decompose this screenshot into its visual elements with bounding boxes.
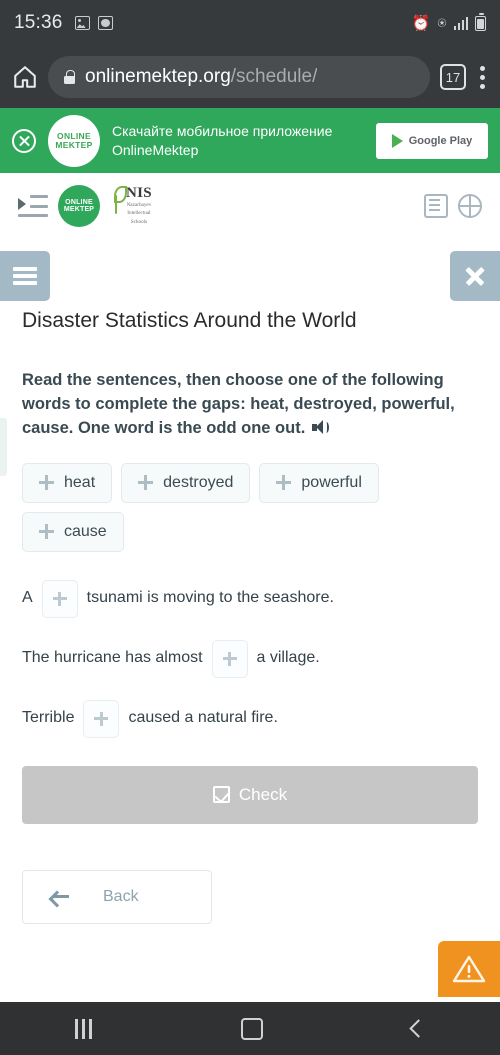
instructions-text: Read the sentences, then choose one of t…: [22, 371, 455, 437]
browser-toolbar: onlinemektep.org/schedule/ 17: [0, 46, 500, 108]
nis-logo-sub2: Intellectual: [127, 210, 151, 217]
move-icon: [39, 475, 54, 491]
url-text: onlinemektep.org/schedule/: [85, 66, 317, 88]
lesson-close-button[interactable]: [450, 251, 500, 301]
sentence-text-before: The hurricane has almost: [22, 649, 203, 667]
nis-logo-sub1: Nazarbayev: [126, 201, 152, 208]
alarm-icon: ⏰: [411, 14, 431, 32]
site-header: ONLINE MEKTEP NIS Nazarbayev Intellectua…: [0, 173, 500, 239]
sidebar-toggle-icon[interactable]: [18, 195, 48, 217]
status-right-icons: ⏰ ⍟: [411, 13, 486, 32]
sentence-row: The hurricane has almost a village.: [22, 639, 478, 678]
promo-text: Скачайте мобильное приложение OnlineMekt…: [112, 122, 364, 160]
drop-target[interactable]: [41, 579, 78, 618]
move-icon: [276, 475, 292, 491]
clock-icon: [97, 16, 113, 30]
promo-logo-line2: MEKTEP: [55, 139, 93, 150]
back-chevron-icon[interactable]: [409, 1019, 429, 1038]
url-path: /schedule/: [230, 66, 318, 87]
drop-target[interactable]: [211, 639, 248, 678]
onlinemektep-logo: ONLINE MEKTEP: [48, 114, 100, 167]
nis-logo-sub3: Schools: [130, 218, 148, 225]
task-instructions: Read the sentences, then choose one of t…: [22, 369, 478, 441]
drop-target-icon: [94, 711, 109, 726]
sentence-text-after: tsunami is moving to the seashore.: [86, 589, 334, 607]
url-bar[interactable]: onlinemektep.org/schedule/: [48, 56, 430, 98]
drop-target[interactable]: [83, 699, 120, 738]
google-play-label: Google Play: [408, 134, 473, 147]
home-square-icon[interactable]: [240, 1017, 263, 1040]
tab-count-button[interactable]: 17: [440, 64, 466, 90]
back-button[interactable]: Back: [22, 869, 212, 924]
promo-text-line1: Скачайте мобильное приложение: [112, 122, 333, 139]
promo-text-line2: OnlineMektep: [112, 141, 199, 158]
warning-triangle-icon: [452, 954, 486, 984]
signal-icon: [453, 16, 468, 30]
sentence-row: A tsunami is moving to the seashore.: [22, 579, 478, 618]
sentence-text-before: A: [22, 589, 33, 607]
lesson-menu-button[interactable]: [0, 251, 50, 301]
warning-button[interactable]: [438, 941, 500, 997]
word-chip-label: powerful: [301, 473, 362, 491]
hamburger-icon: [13, 267, 37, 285]
app-promo-banner: ONLINE MEKTEP Скачайте мобильное приложе…: [0, 108, 500, 173]
kebab-menu-icon[interactable]: [476, 65, 488, 89]
lock-icon: [64, 70, 75, 84]
checkbox-checked-icon: [212, 786, 230, 804]
lesson-content: Disaster Statistics Around the World Rea…: [0, 251, 500, 924]
status-time: 15:36: [14, 12, 63, 33]
lesson-control-row: [0, 251, 500, 305]
drop-target-icon: [222, 651, 237, 666]
brand-logo-line2: MEKTEP: [63, 206, 95, 213]
nis-logo-main: NIS: [126, 184, 152, 201]
word-chip-label: cause: [64, 522, 107, 540]
move-icon: [138, 475, 154, 491]
sentence-list: A tsunami is moving to the seashore. The…: [22, 579, 478, 738]
status-left-icons: [74, 16, 113, 30]
word-chip[interactable]: heat: [22, 462, 113, 503]
phone-screenshot: 15:36 ⏰ ⍟ onlinemektep.org/schedule/ 17 …: [0, 0, 500, 1055]
google-play-button[interactable]: Google Play: [376, 122, 488, 159]
page-title: Disaster Statistics Around the World: [22, 309, 357, 332]
check-button-label: Check: [238, 784, 288, 804]
site-brand-logo[interactable]: ONLINE MEKTEP: [58, 185, 100, 227]
arrow-left-icon: [51, 890, 69, 904]
drop-target-icon: [52, 591, 67, 606]
word-chip[interactable]: destroyed: [121, 462, 251, 503]
nis-logo: NIS Nazarbayev Intellectual Schools: [110, 184, 152, 227]
sentence-text-after: caused a natural fire.: [128, 709, 278, 727]
word-chip-label: heat: [64, 473, 96, 491]
word-chip-list: heat destroyed powerful cause: [22, 462, 478, 552]
sentence-text-before: Terrible: [22, 709, 75, 727]
android-nav-bar: [0, 1002, 500, 1055]
word-chip[interactable]: cause: [22, 511, 124, 552]
move-icon: [39, 524, 54, 540]
word-chip-label: destroyed: [163, 473, 234, 491]
back-button-label: Back: [103, 887, 139, 905]
list-icon[interactable]: [424, 194, 448, 218]
word-chip[interactable]: powerful: [259, 462, 379, 503]
close-x-icon: [464, 265, 486, 287]
leaf-icon: [110, 185, 127, 216]
battery-icon: [475, 13, 486, 31]
image-icon: [74, 16, 90, 30]
check-button[interactable]: Check: [22, 765, 478, 824]
sentence-row: Terrible caused a natural fire.: [22, 699, 478, 738]
google-play-icon: [391, 133, 403, 148]
sentence-text-after: a village.: [256, 649, 320, 667]
speaker-icon[interactable]: [312, 419, 330, 435]
android-status-bar: 15:36 ⏰ ⍟: [0, 0, 500, 46]
home-icon[interactable]: [12, 64, 38, 90]
wifi-icon: ⍟: [437, 14, 447, 32]
brand-logo-line1: ONLINE: [65, 198, 93, 206]
close-icon[interactable]: [12, 128, 36, 153]
globe-icon[interactable]: [458, 194, 482, 218]
left-edge-marker: [0, 418, 7, 476]
recent-apps-icon[interactable]: [74, 1018, 92, 1039]
url-domain: onlinemektep.org: [85, 66, 231, 87]
nis-logo-text: NIS Nazarbayev Intellectual Schools: [126, 184, 152, 227]
